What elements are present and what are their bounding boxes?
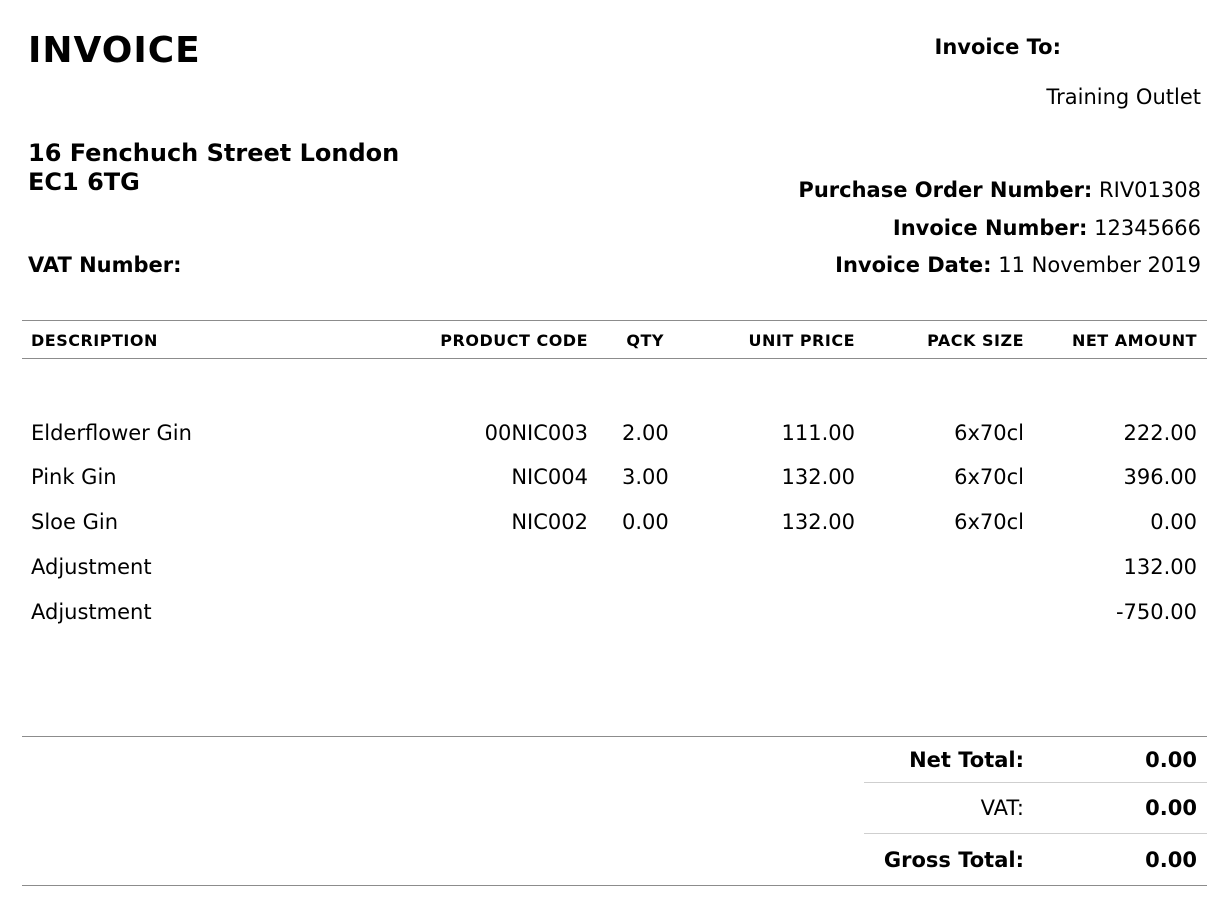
vat-label: VAT:: [980, 796, 1024, 820]
row-net-amount: 396.00: [1123, 465, 1197, 489]
net-total-value: 0.00: [1145, 748, 1197, 772]
row-product-code: NIC004: [511, 465, 588, 489]
invoice-title: INVOICE: [28, 30, 201, 71]
net-total-label: Net Total:: [909, 748, 1024, 772]
row-net-amount: 222.00: [1123, 421, 1197, 445]
company-address-line-2: EC1 6TG: [28, 168, 140, 196]
invoice-to-label: Invoice To:: [934, 35, 1061, 59]
col-header-unit-price: UNIT PRICE: [748, 331, 855, 350]
row-qty: 0.00: [622, 510, 669, 534]
row-description: Sloe Gin: [31, 510, 119, 534]
gross-total-label: Gross Total:: [883, 848, 1024, 872]
customer-name: Training Outlet: [1046, 85, 1201, 109]
row-description: Adjustment: [31, 600, 152, 624]
row-unit-price: 111.00: [781, 421, 855, 445]
row-pack-size: 6x70cl: [954, 421, 1024, 445]
totals-bottom-rule: [22, 885, 1207, 886]
purchase-order-number: Purchase Order Number: RIV01308: [798, 178, 1201, 202]
row-product-code: 00NIC003: [484, 421, 588, 445]
totals-divider: [864, 833, 1207, 834]
company-address-line-1: 16 Fenchuch Street London: [28, 139, 400, 167]
col-header-pack-size: PACK SIZE: [927, 331, 1024, 350]
col-header-net-amount: NET AMOUNT: [1071, 331, 1197, 350]
col-header-product-code: PRODUCT CODE: [440, 331, 588, 350]
invoice-number: Invoice Number: 12345666: [893, 216, 1201, 240]
totals-top-rule: [22, 736, 1207, 737]
row-unit-price: 132.00: [781, 465, 855, 489]
row-product-code: NIC002: [511, 510, 588, 534]
row-net-amount: 132.00: [1123, 555, 1197, 579]
gross-total-value: 0.00: [1145, 848, 1197, 872]
row-description: Pink Gin: [31, 465, 117, 489]
po-label: Purchase Order Number:: [798, 178, 1093, 202]
vat-value: 0.00: [1145, 796, 1197, 820]
row-description: Adjustment: [31, 555, 152, 579]
row-description: Elderflower Gin: [31, 421, 192, 445]
table-header-bottom-rule: [22, 358, 1207, 359]
col-header-description: DESCRIPTION: [31, 331, 158, 350]
totals-divider: [864, 782, 1207, 783]
invoice-date-label: Invoice Date:: [835, 253, 992, 277]
col-header-qty: QTY: [626, 331, 664, 350]
row-pack-size: 6x70cl: [954, 510, 1024, 534]
row-net-amount: 0.00: [1150, 510, 1197, 534]
invoice-date: Invoice Date: 11 November 2019: [835, 253, 1201, 277]
row-unit-price: 132.00: [781, 510, 855, 534]
po-value: RIV01308: [1099, 178, 1201, 202]
row-net-amount: -750.00: [1115, 600, 1197, 624]
row-qty: 3.00: [622, 465, 669, 489]
row-qty: 2.00: [622, 421, 669, 445]
vat-number-label: VAT Number:: [28, 253, 182, 277]
invoice-number-value: 12345666: [1094, 216, 1201, 240]
invoice-number-label: Invoice Number:: [892, 216, 1088, 240]
table-header-top-rule: [22, 320, 1207, 321]
invoice-date-value: 11 November 2019: [998, 253, 1201, 277]
row-pack-size: 6x70cl: [954, 465, 1024, 489]
